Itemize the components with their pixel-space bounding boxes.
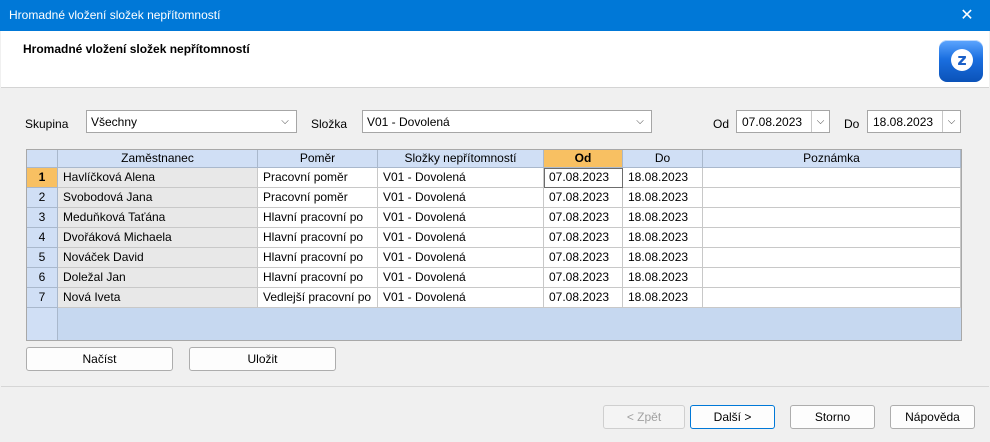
row-header-filler bbox=[27, 308, 58, 340]
skupina-value: Všechny bbox=[91, 115, 138, 129]
cell-poznamka[interactable] bbox=[703, 288, 961, 308]
cell-employee[interactable]: Havlíčková Alena bbox=[58, 168, 258, 188]
do-date-value: 18.08.2023 bbox=[873, 115, 934, 129]
cell-poznamka[interactable] bbox=[703, 228, 961, 248]
chevron-down-icon: ⌵ bbox=[636, 116, 644, 127]
cell-employee[interactable]: Nováček David bbox=[58, 248, 258, 268]
column-header-do[interactable]: Do bbox=[623, 150, 703, 168]
slozka-label: Složka bbox=[311, 117, 348, 131]
od-date-value: 07.08.2023 bbox=[742, 115, 803, 129]
grid-corner bbox=[27, 150, 58, 168]
row-header[interactable]: 6 bbox=[27, 268, 58, 288]
app-logo-icon: z bbox=[939, 40, 983, 82]
cell-pomer[interactable]: Vedlejší pracovní po bbox=[258, 288, 378, 308]
row-header[interactable]: 1 bbox=[27, 168, 58, 188]
back-button[interactable]: < Zpět bbox=[603, 405, 685, 429]
do-date-picker[interactable]: 18.08.2023 ⌵ bbox=[867, 110, 961, 133]
cell-od[interactable]: 07.08.2023 bbox=[544, 288, 623, 308]
cell-od[interactable]: 07.08.2023 bbox=[544, 188, 623, 208]
cell-od[interactable]: 07.08.2023 bbox=[544, 168, 623, 188]
cancel-button[interactable]: Storno bbox=[790, 405, 875, 429]
cell-slozka[interactable]: V01 - Dovolená bbox=[378, 208, 544, 228]
nacist-button[interactable]: Načíst bbox=[26, 347, 173, 371]
row-header[interactable]: 3 bbox=[27, 208, 58, 228]
cell-slozka[interactable]: V01 - Dovolená bbox=[378, 188, 544, 208]
cell-slozka[interactable]: V01 - Dovolená bbox=[378, 288, 544, 308]
cell-pomer[interactable]: Pracovní poměr bbox=[258, 168, 378, 188]
cell-employee[interactable]: Doležal Jan bbox=[58, 268, 258, 288]
absence-grid[interactable]: Zaměstnanec Poměr Složky nepřítomností O… bbox=[26, 149, 962, 341]
row-header[interactable]: 4 bbox=[27, 228, 58, 248]
cell-poznamka[interactable] bbox=[703, 268, 961, 288]
column-header-poznamka[interactable]: Poznámka bbox=[703, 150, 961, 168]
dialog-header: Hromadné vložení složek nepřítomností z bbox=[1, 31, 989, 88]
chevron-down-icon[interactable]: ⌵ bbox=[942, 111, 960, 132]
cell-slozka[interactable]: V01 - Dovolená bbox=[378, 248, 544, 268]
row-header[interactable]: 2 bbox=[27, 188, 58, 208]
cell-slozka[interactable]: V01 - Dovolená bbox=[378, 268, 544, 288]
cell-slozka[interactable]: V01 - Dovolená bbox=[378, 228, 544, 248]
cell-do[interactable]: 18.08.2023 bbox=[623, 228, 703, 248]
chevron-down-icon: ⌵ bbox=[281, 116, 289, 127]
cell-employee[interactable]: Dvořáková Michaela bbox=[58, 228, 258, 248]
column-header-pomer[interactable]: Poměr bbox=[258, 150, 378, 168]
cell-od[interactable]: 07.08.2023 bbox=[544, 248, 623, 268]
title-bar: Hromadné vložení složek nepřítomností ✕ bbox=[0, 0, 990, 31]
cell-pomer[interactable]: Hlavní pracovní po bbox=[258, 208, 378, 228]
close-icon[interactable]: ✕ bbox=[944, 0, 990, 31]
row-header[interactable]: 5 bbox=[27, 248, 58, 268]
cell-poznamka[interactable] bbox=[703, 248, 961, 268]
cell-employee[interactable]: Svobodová Jana bbox=[58, 188, 258, 208]
slozka-value: V01 - Dovolená bbox=[367, 115, 450, 129]
logo-glyph: z bbox=[951, 49, 973, 71]
cell-do[interactable]: 18.08.2023 bbox=[623, 188, 703, 208]
row-header[interactable]: 7 bbox=[27, 288, 58, 308]
column-header-slozka[interactable]: Složky nepřítomností bbox=[378, 150, 544, 168]
skupina-label: Skupina bbox=[25, 117, 69, 131]
ulozit-button[interactable]: Uložit bbox=[189, 347, 336, 371]
skupina-select[interactable]: Všechny ⌵ bbox=[86, 110, 297, 133]
cell-od[interactable]: 07.08.2023 bbox=[544, 228, 623, 248]
od-label: Od bbox=[713, 117, 730, 131]
cell-do[interactable]: 18.08.2023 bbox=[623, 248, 703, 268]
cell-poznamka[interactable] bbox=[703, 168, 961, 188]
column-header-employee[interactable]: Zaměstnanec bbox=[58, 150, 258, 168]
cell-pomer[interactable]: Hlavní pracovní po bbox=[258, 228, 378, 248]
next-button[interactable]: Další > bbox=[690, 405, 775, 429]
do-label: Do bbox=[844, 117, 860, 131]
cell-pomer[interactable]: Pracovní poměr bbox=[258, 188, 378, 208]
cell-slozka[interactable]: V01 - Dovolená bbox=[378, 168, 544, 188]
cell-do[interactable]: 18.08.2023 bbox=[623, 268, 703, 288]
help-button[interactable]: Nápověda bbox=[890, 405, 975, 429]
cell-poznamka[interactable] bbox=[703, 188, 961, 208]
slozka-select[interactable]: V01 - Dovolená ⌵ bbox=[362, 110, 652, 133]
footer-divider bbox=[1, 386, 989, 387]
cell-pomer[interactable]: Hlavní pracovní po bbox=[258, 248, 378, 268]
dialog-heading: Hromadné vložení složek nepřítomností bbox=[23, 42, 250, 56]
column-header-od[interactable]: Od bbox=[544, 150, 623, 168]
cell-do[interactable]: 18.08.2023 bbox=[623, 208, 703, 228]
cell-employee[interactable]: Nová Iveta bbox=[58, 288, 258, 308]
cell-poznamka[interactable] bbox=[703, 208, 961, 228]
od-date-picker[interactable]: 07.08.2023 ⌵ bbox=[736, 110, 830, 133]
cell-do[interactable]: 18.08.2023 bbox=[623, 288, 703, 308]
cell-pomer[interactable]: Hlavní pracovní po bbox=[258, 268, 378, 288]
cell-employee[interactable]: Meduňková Taťána bbox=[58, 208, 258, 228]
chevron-down-icon[interactable]: ⌵ bbox=[811, 111, 829, 132]
cell-od[interactable]: 07.08.2023 bbox=[544, 208, 623, 228]
window-title: Hromadné vložení složek nepřítomností bbox=[9, 8, 221, 22]
cell-do[interactable]: 18.08.2023 bbox=[623, 168, 703, 188]
cell-od[interactable]: 07.08.2023 bbox=[544, 268, 623, 288]
